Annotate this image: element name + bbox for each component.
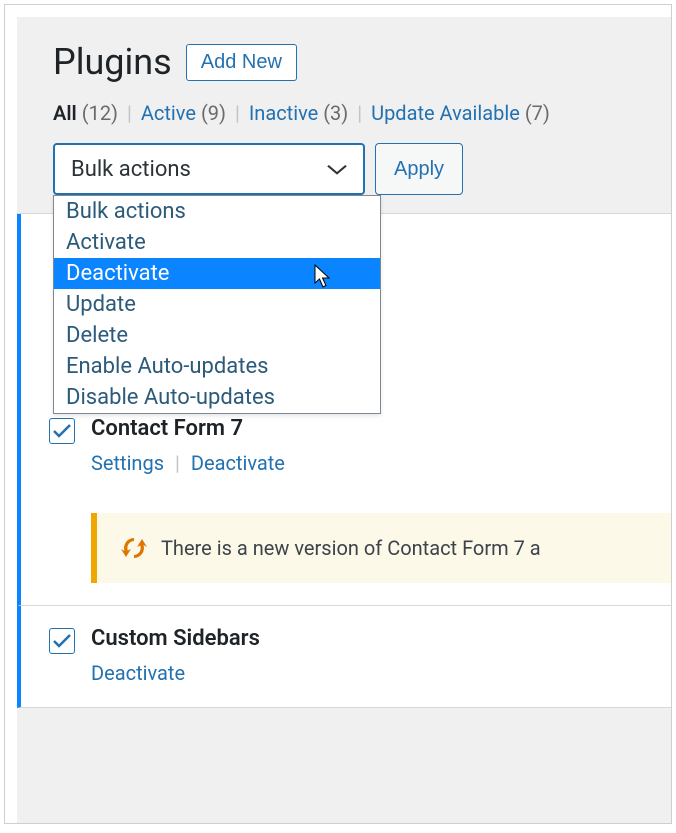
bulk-option-delete[interactable]: Delete: [54, 320, 380, 351]
plugin-deactivate-link[interactable]: Deactivate: [91, 661, 185, 685]
update-notice-text: There is a new version of Contact Form 7…: [161, 536, 541, 560]
filter-inactive[interactable]: Inactive (3): [249, 101, 353, 125]
plugin-name: Custom Sidebars: [91, 626, 260, 651]
filter-all[interactable]: All (12): [53, 101, 123, 125]
plugin-row: Custom Sidebars Deactivate: [17, 606, 671, 708]
filter-update-available[interactable]: Update Available (7): [371, 101, 550, 125]
plugin-name: Contact Form 7: [91, 416, 285, 441]
filter-bar: All (12) | Active (9) | Inactive (3) | U…: [17, 101, 671, 143]
plugin-deactivate-link[interactable]: Deactivate: [191, 451, 285, 475]
bulk-option-activate[interactable]: Activate: [54, 227, 380, 258]
add-new-button[interactable]: Add New: [186, 44, 297, 81]
filter-active[interactable]: Active (9): [141, 101, 231, 125]
bulk-actions-select[interactable]: Bulk actions Bulk actions Activate Deact…: [53, 143, 365, 195]
update-notice: There is a new version of Contact Form 7…: [91, 513, 671, 583]
refresh-icon: [121, 535, 147, 561]
plugin-checkbox[interactable]: [49, 418, 75, 444]
bulk-option-deactivate[interactable]: Deactivate: [54, 258, 380, 289]
bulk-option-enable-auto[interactable]: Enable Auto-updates: [54, 351, 380, 382]
plugin-checkbox[interactable]: [49, 628, 75, 654]
bulk-actions-dropdown: Bulk actions Activate Deactivate Update …: [53, 195, 381, 414]
apply-button[interactable]: Apply: [375, 143, 463, 195]
bulk-option-disable-auto[interactable]: Disable Auto-updates: [54, 382, 380, 413]
bulk-actions-selected: Bulk actions: [71, 157, 191, 182]
page-title: Plugins: [53, 41, 172, 83]
check-icon: [53, 634, 71, 648]
cursor-icon: [314, 264, 334, 290]
bulk-option-bulk-actions[interactable]: Bulk actions: [54, 196, 380, 227]
plugin-settings-link[interactable]: Settings: [91, 451, 164, 475]
bulk-option-update[interactable]: Update: [54, 289, 380, 320]
chevron-down-icon: [327, 158, 347, 179]
check-icon: [53, 424, 71, 438]
